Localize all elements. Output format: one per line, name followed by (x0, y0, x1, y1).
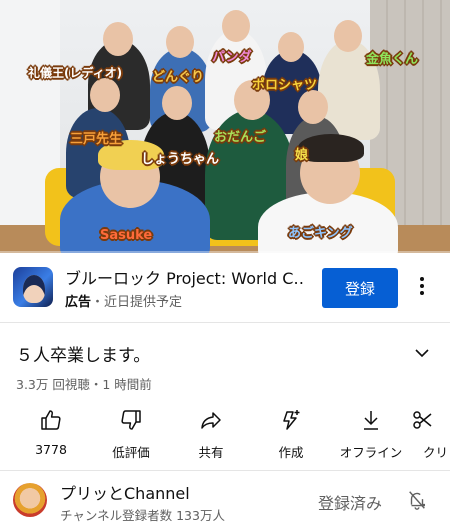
name-tag: Sasuke (100, 228, 153, 243)
clip-icon (413, 411, 432, 429)
notifications-off-icon[interactable] (406, 489, 428, 511)
ad-title[interactable]: ブルーロック Project: World C… (65, 265, 305, 289)
person-head (103, 22, 133, 56)
share-button[interactable]: 共有 (171, 404, 251, 460)
person-head (166, 26, 194, 58)
download-button[interactable]: オフライン (331, 404, 411, 460)
ad-app-icon[interactable] (13, 267, 53, 307)
thumbs-down-icon (121, 410, 141, 430)
name-tag: 金魚くん (366, 52, 419, 67)
channel-avatar[interactable] (13, 483, 47, 517)
person-head (298, 90, 328, 124)
like-count: 3778 (35, 442, 67, 457)
share-icon (201, 412, 221, 429)
video-player[interactable]: 礼儀王(レディオ) どんぐり パンダ 金魚くん ポロシャツ 三戸先生 しょうちゃ… (0, 0, 450, 253)
share-label: 共有 (198, 445, 224, 460)
name-tag: おだんご (214, 130, 267, 145)
more-vert-icon[interactable] (412, 275, 432, 299)
name-tag: 礼儀王(レディオ) (28, 66, 123, 80)
create-icon (283, 410, 300, 430)
name-tag: しょうちゃん (141, 152, 220, 167)
dislike-button[interactable]: 低評価 (91, 404, 171, 460)
create-button[interactable]: 作成 (251, 404, 331, 460)
person-head (222, 10, 250, 42)
person-head (334, 20, 362, 52)
create-label: 作成 (278, 445, 304, 460)
action-bar: 3778 低評価 共有 作成 オフライン クリ (0, 400, 450, 462)
name-tag: あごキング (288, 226, 353, 241)
download-label: オフライン (339, 445, 403, 460)
download-icon (364, 411, 378, 430)
video-meta: 3.3万 回視聴・1 時間前 (16, 377, 152, 392)
divider (0, 470, 450, 471)
chevron-down-icon[interactable] (414, 345, 430, 361)
clip-label: クリ (423, 445, 449, 460)
thumbs-up-icon (41, 410, 61, 430)
video-title[interactable]: ５人卒業します。 (16, 341, 150, 366)
name-tag: パンダ (212, 50, 252, 65)
ad-subtitle: 広告・近日提供予定 (65, 291, 182, 310)
ad-install-button[interactable]: 登録 (322, 268, 398, 308)
person-head (278, 32, 304, 62)
ad-status: ・近日提供予定 (91, 295, 183, 310)
clip-button[interactable]: クリ (411, 404, 450, 460)
like-button[interactable]: 3778 (11, 404, 91, 460)
ad-label: 広告 (65, 295, 92, 310)
person-head (162, 86, 192, 120)
name-tag: どんぐり (152, 70, 205, 85)
dislike-label: 低評価 (112, 445, 150, 460)
name-tag: 三戸先生 (70, 132, 123, 147)
name-tag: 娘 (295, 148, 309, 163)
name-tag: ポロシャツ (252, 78, 318, 93)
channel-name[interactable]: プリッとChannel (60, 480, 190, 504)
ad-banner[interactable]: ブルーロック Project: World C… 広告・近日提供予定 登録 (0, 253, 450, 323)
person-head (90, 78, 120, 112)
subscribed-button[interactable]: 登録済み (318, 490, 382, 514)
subscriber-count: チャンネル登録者数 133万人 (60, 508, 225, 523)
